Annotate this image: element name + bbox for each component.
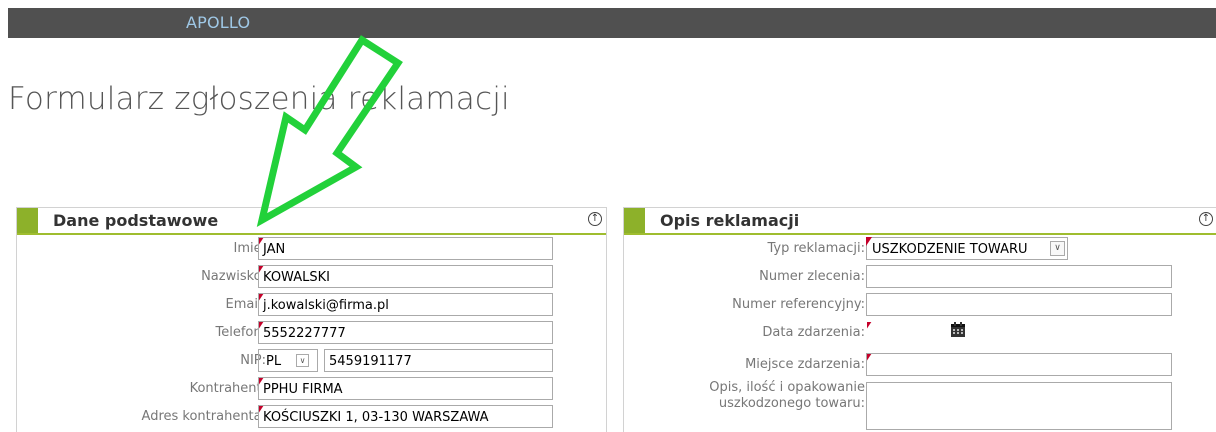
typ-reklamacji-value: USZKODZENIE TOWARU — [872, 242, 1028, 257]
input-data-zdarzenia[interactable] — [866, 321, 946, 344]
field-row-numer-zlecenia: Numer zlecenia: — [624, 265, 1216, 290]
field-row-adres: Adres kontrahenta: KOŚCIUSZKI 1, 03-130 … — [17, 405, 606, 430]
input-telefon[interactable]: 5552227777 — [258, 321, 553, 344]
collapse-arrow-up-icon[interactable]: ↑ — [1199, 212, 1213, 226]
label-numer-referencyjny: Numer referencyjny: — [732, 297, 865, 312]
label-data-zdarzenia: Data zdarzenia: — [762, 325, 865, 340]
panel-header: Opis reklamacji ↑ — [624, 207, 1216, 235]
collapse-arrow-up-icon[interactable]: ↑ — [588, 212, 602, 226]
chevron-down-icon[interactable]: ∨ — [1050, 241, 1065, 256]
field-row-email: Email: j.kowalski@firma.pl — [17, 293, 606, 318]
field-row-data: Data zdarzenia: — [624, 321, 1216, 346]
label-opis: Opis, ilość i opakowanie uszkodzonego to… — [709, 380, 865, 412]
top-bar: APOLLO — [8, 8, 1216, 38]
panel-accent — [17, 208, 38, 233]
label-opis-line2: uszkodzonego towaru: — [718, 396, 865, 411]
field-row-typ: Typ reklamacji: USZKODZENIE TOWARU ∨ — [624, 237, 1216, 262]
label-opis-line1: Opis, ilość i opakowanie — [709, 380, 865, 395]
panel-dane-podstawowe: Dane podstawowe ↑ Imię: JAN Nazwisko: KO… — [16, 207, 607, 432]
field-row-telefon: Telefon: 5552227777 — [17, 321, 606, 346]
field-row-numer-ref: Numer referencyjny: — [624, 293, 1216, 318]
textarea-opis-towaru[interactable] — [866, 382, 1172, 430]
input-email[interactable]: j.kowalski@firma.pl — [258, 293, 553, 316]
select-typ-reklamacji[interactable]: USZKODZENIE TOWARU ∨ — [866, 237, 1068, 260]
field-row-nip: NIP: PL ∨ 5459191177 — [17, 349, 606, 374]
nip-country-value: PL — [266, 354, 282, 369]
page-title: Formularz zgłoszenia reklamacji — [8, 81, 510, 117]
label-adres: Adres kontrahenta: — [141, 409, 266, 424]
panel-title: Opis reklamacji — [660, 211, 800, 230]
input-miejsce-zdarzenia[interactable] — [866, 353, 1172, 376]
panel-title: Dane podstawowe — [53, 211, 219, 230]
panel-header: Dane podstawowe ↑ — [17, 207, 606, 235]
field-row-kontrahent: Kontrahent: PPHU FIRMA — [17, 377, 606, 402]
input-nazwisko[interactable]: KOWALSKI — [258, 265, 553, 288]
label-numer-zlecenia: Numer zlecenia: — [759, 269, 865, 284]
select-nip-country[interactable]: PL ∨ — [258, 349, 318, 372]
label-typ-reklamacji: Typ reklamacji: — [767, 241, 865, 256]
chevron-down-icon[interactable]: ∨ — [296, 354, 309, 367]
input-nip[interactable]: 5459191177 — [324, 349, 553, 372]
label-miejsce-zdarzenia: Miejsce zdarzenia: — [745, 357, 865, 372]
panel-accent — [624, 208, 645, 233]
input-imie[interactable]: JAN — [258, 237, 553, 260]
input-numer-zlecenia[interactable] — [866, 265, 1172, 288]
field-row-nazwisko: Nazwisko: KOWALSKI — [17, 265, 606, 290]
label-nazwisko: Nazwisko: — [201, 269, 266, 284]
input-numer-referencyjny[interactable] — [866, 293, 1172, 316]
panel-opis-reklamacji: Opis reklamacji ↑ Typ reklamacji: USZKOD… — [623, 207, 1216, 432]
input-kontrahent[interactable]: PPHU FIRMA — [258, 377, 553, 400]
calendar-icon[interactable] — [950, 322, 966, 338]
field-row-imie: Imię: JAN — [17, 237, 606, 262]
brand-logo-text[interactable]: APOLLO — [186, 13, 250, 32]
field-row-opis: Opis, ilość i opakowanie uszkodzonego to… — [624, 380, 1216, 432]
label-kontrahent: Kontrahent: — [189, 381, 266, 396]
input-adres-kontrahenta[interactable]: KOŚCIUSZKI 1, 03-130 WARSZAWA — [258, 405, 553, 428]
field-row-miejsce: Miejsce zdarzenia: — [624, 353, 1216, 378]
